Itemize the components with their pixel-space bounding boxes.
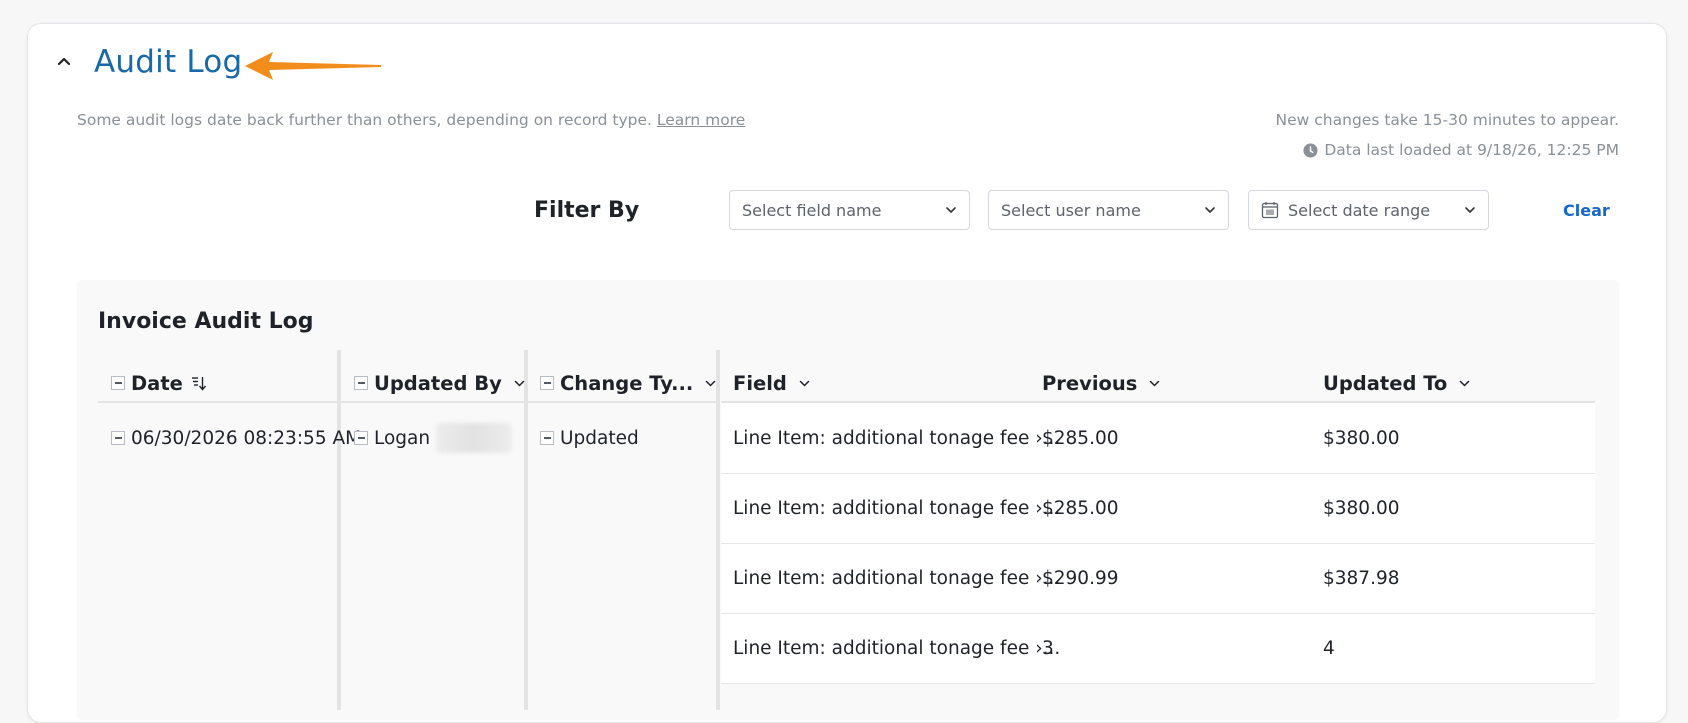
collapse-section-button[interactable] xyxy=(51,48,77,74)
changes-note: New changes take 15-30 minutes to appear… xyxy=(1275,111,1619,129)
group-date-cell: 06/30/2026 08:23:55 AM xyxy=(111,423,361,453)
table-row: Line Item: additional tonage fee ›... $2… xyxy=(721,544,1595,613)
column-header-previous[interactable]: Previous xyxy=(1042,364,1160,402)
collapse-minus-icon[interactable] xyxy=(111,376,125,390)
previous-cell: 3 xyxy=(1042,637,1054,659)
redacted-surname xyxy=(436,423,513,453)
table-title: Invoice Audit Log xyxy=(98,309,314,334)
column-header-date[interactable]: Date xyxy=(111,364,207,402)
collapse-minus-icon[interactable] xyxy=(354,431,368,445)
group-updated-by-cell: Logan xyxy=(354,423,513,453)
chevron-down-icon xyxy=(1205,207,1215,214)
updated-to-cell: 4 xyxy=(1323,637,1335,659)
group-date-value: 06/30/2026 08:23:55 AM xyxy=(131,427,362,449)
field-cell: Line Item: additional tonage fee ›... xyxy=(733,637,1061,659)
column-header-field[interactable]: Field xyxy=(733,364,810,402)
table-row: Line Item: additional tonage fee ›... $2… xyxy=(721,474,1595,543)
column-header-updated-to-label: Updated To xyxy=(1323,371,1448,395)
field-cell: Line Item: additional tonage fee ›... xyxy=(733,427,1061,449)
group-change-type-value: Updated xyxy=(560,427,639,449)
table-row: Line Item: additional tonage fee ›... $2… xyxy=(721,403,1595,473)
column-header-date-label: Date xyxy=(131,371,183,395)
group-updated-by-value: Logan xyxy=(374,427,431,449)
audit-description: Some audit logs date back further than o… xyxy=(77,111,745,129)
filter-label: Filter By xyxy=(534,198,640,223)
previous-cell: $285.00 xyxy=(1042,427,1119,449)
column-header-change-type-label: Change Ty... xyxy=(560,371,694,395)
chevron-down-icon xyxy=(1465,207,1475,214)
calendar-icon xyxy=(1261,201,1279,219)
audit-description-text: Some audit logs date back further than o… xyxy=(77,111,652,129)
last-loaded-note: Data last loaded at 9/18/26, 12:25 PM xyxy=(1303,141,1619,159)
previous-cell: $285.00 xyxy=(1042,497,1119,519)
column-header-field-label: Field xyxy=(733,371,787,395)
chevron-up-icon xyxy=(57,57,71,66)
table-row: Line Item: additional tonage fee ›... 3 … xyxy=(721,614,1595,683)
date-range-select[interactable]: Select date range xyxy=(1248,190,1489,230)
previous-cell: $290.99 xyxy=(1042,567,1119,589)
collapse-minus-icon[interactable] xyxy=(354,376,368,390)
updated-to-cell: $380.00 xyxy=(1323,497,1400,519)
clear-filters-button[interactable]: Clear xyxy=(1563,201,1610,220)
column-divider[interactable] xyxy=(716,350,720,710)
chevron-down-icon[interactable] xyxy=(799,380,810,387)
column-header-previous-label: Previous xyxy=(1042,371,1138,395)
column-header-updated-by-label: Updated By xyxy=(374,371,502,395)
field-name-select-placeholder: Select field name xyxy=(742,200,882,220)
collapse-minus-icon[interactable] xyxy=(111,431,125,445)
group-change-type-cell: Updated xyxy=(540,423,639,453)
updated-to-cell: $387.98 xyxy=(1323,567,1400,589)
field-cell: Line Item: additional tonage fee ›... xyxy=(733,567,1061,589)
chevron-down-icon[interactable] xyxy=(1459,380,1470,387)
row-divider xyxy=(721,683,1595,684)
clock-icon xyxy=(1303,142,1318,158)
updated-to-cell: $380.00 xyxy=(1323,427,1400,449)
header-divider xyxy=(98,401,337,403)
chevron-down-icon xyxy=(946,207,956,214)
chevron-down-icon[interactable] xyxy=(514,380,525,387)
user-name-select[interactable]: Select user name xyxy=(988,190,1229,230)
column-divider[interactable] xyxy=(337,350,341,710)
collapse-minus-icon[interactable] xyxy=(540,431,554,445)
header-divider xyxy=(341,401,524,403)
header-divider xyxy=(528,401,716,403)
column-divider[interactable] xyxy=(524,350,528,710)
column-header-change-type[interactable]: Change Ty... xyxy=(540,364,716,402)
field-name-select[interactable]: Select field name xyxy=(729,190,970,230)
column-header-updated-to[interactable]: Updated To xyxy=(1323,364,1470,402)
chevron-down-icon[interactable] xyxy=(1149,380,1160,387)
date-range-select-placeholder: Select date range xyxy=(1288,200,1431,220)
collapse-minus-icon[interactable] xyxy=(540,376,554,390)
user-name-select-placeholder: Select user name xyxy=(1001,200,1141,220)
chevron-down-icon[interactable] xyxy=(705,380,716,387)
field-cell: Line Item: additional tonage fee ›... xyxy=(733,497,1061,519)
last-loaded-text: Data last loaded at 9/18/26, 12:25 PM xyxy=(1324,141,1619,159)
learn-more-link[interactable]: Learn more xyxy=(657,111,745,129)
section-title: Audit Log xyxy=(94,44,243,80)
column-header-updated-by[interactable]: Updated By xyxy=(354,364,525,402)
arrow-annotation xyxy=(245,52,381,80)
sort-icon[interactable] xyxy=(191,375,207,391)
